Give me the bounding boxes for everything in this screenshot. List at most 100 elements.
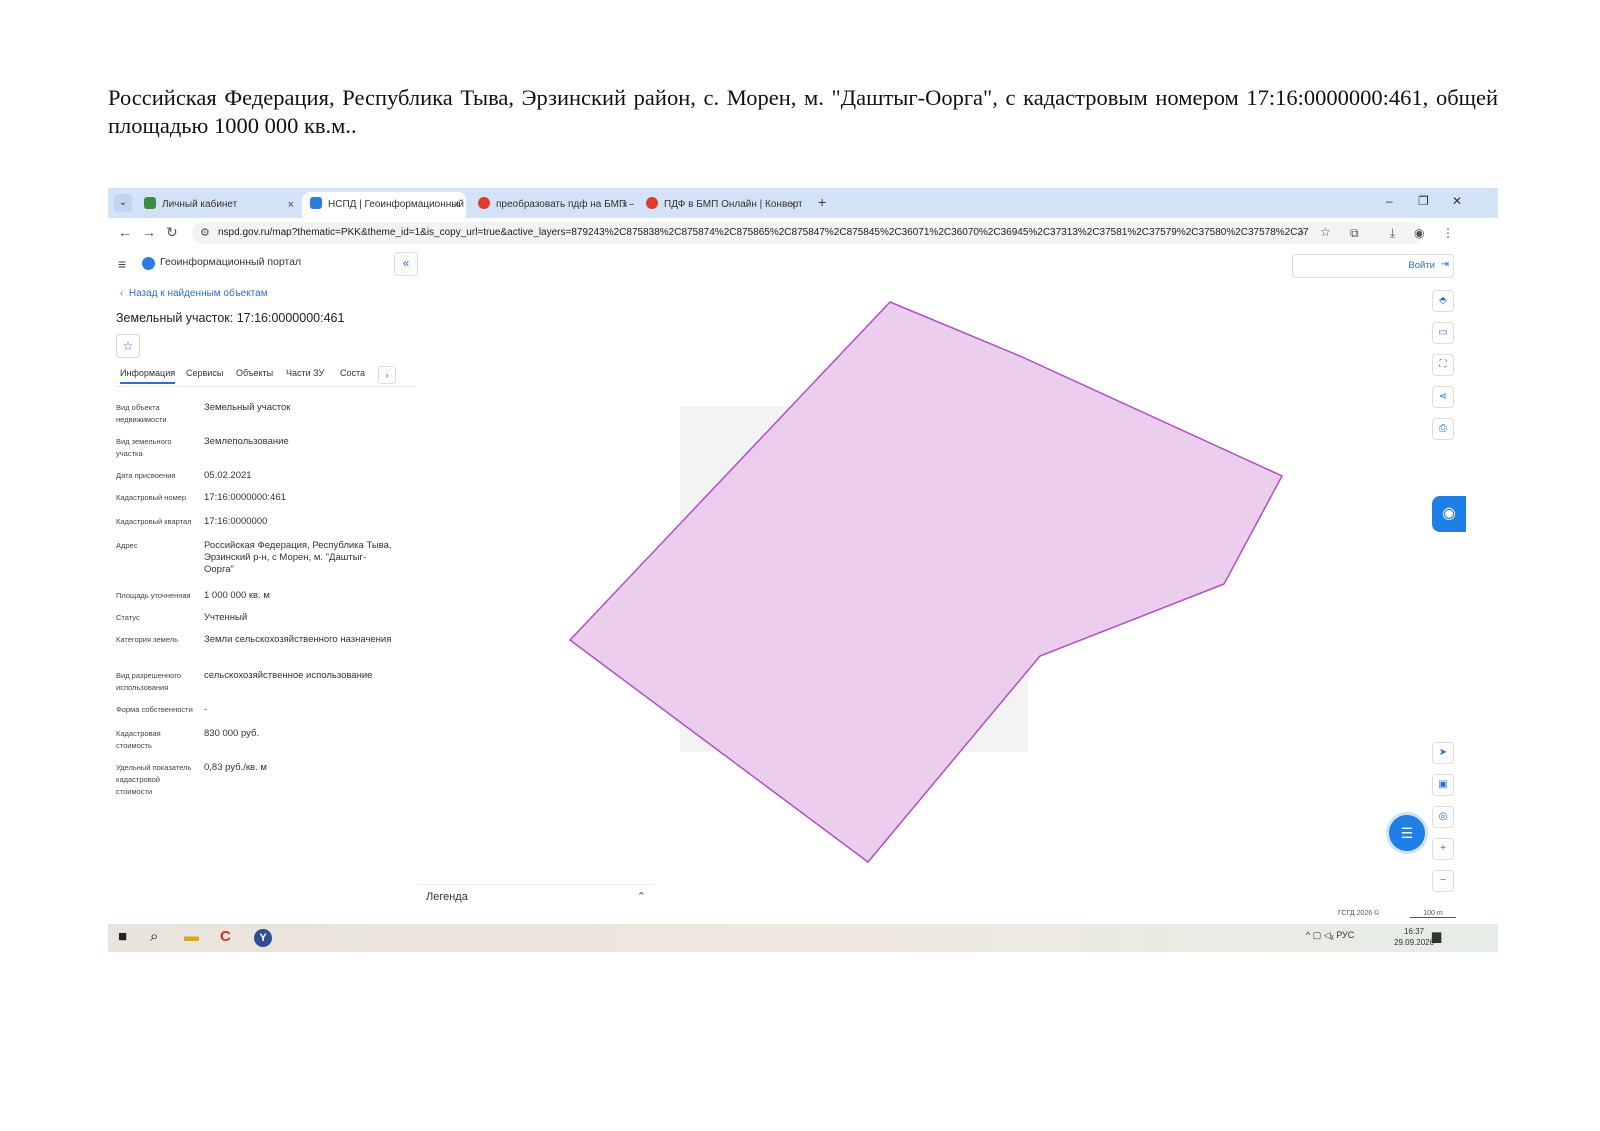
property-value: 17:16:0000000 — [204, 516, 268, 527]
tab-parts[interactable]: Части ЗУ — [286, 368, 324, 378]
tabs-next-icon[interactable]: › — [378, 366, 396, 384]
back-to-results-link[interactable]: ‹ Назад к найденным объектам — [120, 288, 268, 299]
document-text: Российская Федерация, Республика Тыва, Э… — [108, 85, 1498, 138]
tab-label: ПДФ в БМП Онлайн | Конверт — [664, 199, 802, 210]
property-value: 830 000 руб. — [204, 728, 260, 739]
file-explorer-icon[interactable]: ▬ — [184, 928, 199, 945]
address-bar[interactable]: ⚙ nspd.gov.ru/map?thematic=PKK&theme_id=… — [192, 222, 1422, 244]
basemap-tool-icon[interactable]: ▣ — [1432, 774, 1454, 796]
browser-tab[interactable]: ПДФ в БМП Онлайн | Конверт × — [638, 192, 802, 218]
map-scale: ГСГД 2026 © 100 m — [1338, 910, 1458, 922]
extensions-icon[interactable]: ⧉ — [1350, 226, 1359, 241]
bookmark-star-icon[interactable]: ☆ — [1320, 225, 1331, 239]
profile-icon[interactable]: ◉ — [1414, 226, 1424, 240]
property-value: 1 000 000 кв. м — [204, 590, 270, 601]
scale-bar-label: 100 m — [1410, 910, 1456, 918]
browser-tab-bar: ⌄ Личный кабинет × НСПД | Геоинформацион… — [108, 188, 1498, 218]
back-icon[interactable]: ← — [118, 224, 132, 240]
app-c-icon[interactable]: C — [220, 928, 231, 945]
property-value: Земельный участок — [204, 402, 291, 413]
chat-icon[interactable]: ☰ — [1386, 812, 1428, 854]
close-window-icon[interactable]: ✕ — [1452, 194, 1462, 208]
panel-tabs: Информация Сервисы Объекты Части ЗУ Сост… — [116, 364, 416, 387]
property-value: Земли сельскохозяйственного назначения — [204, 634, 392, 645]
browser-menu-icon[interactable]: ⋮ — [1442, 226, 1454, 240]
reload-icon[interactable]: ↻ — [166, 224, 178, 241]
clock[interactable]: 16:37 29.09.2026 — [1394, 926, 1434, 948]
login-label: Войти — [1408, 260, 1435, 271]
zoom-icon[interactable]: ⌕ — [1298, 225, 1305, 240]
new-tab-button[interactable]: + — [818, 194, 826, 210]
select-area-tool-icon[interactable]: ⛶ — [1432, 354, 1454, 376]
windows-taskbar: ■ ⌕ ▬ C Y ^ ▢ ◁ᵪ РУС 16:37 29.09.2026 ▆ — [108, 924, 1498, 952]
property-label: Кадастровый номер — [116, 493, 187, 502]
object-title: Земельный участок: 17:16:0000000:461 — [116, 311, 345, 325]
tab-information[interactable]: Информация — [120, 368, 176, 384]
property-label: Кадастровая стоимость — [116, 729, 161, 750]
tab-objects[interactable]: Объекты — [236, 368, 273, 378]
property-value: Российская Федерация, Республика Тыва, Э… — [204, 540, 392, 575]
property-label: Форма собственности — [116, 705, 193, 714]
locate-tool-icon[interactable]: ➤ — [1432, 742, 1454, 764]
tab-label: преобразовать пдф на БМП — — [496, 199, 634, 210]
property-label: Вид разрешенного использования — [116, 671, 182, 692]
legend-toggle-icon[interactable]: ⌃ — [637, 890, 646, 903]
hamburger-menu-icon[interactable]: ≡ — [118, 256, 126, 272]
tab-close-icon[interactable]: × — [622, 192, 628, 218]
zoom-out-icon[interactable]: − — [1432, 870, 1454, 892]
browser-tab[interactable]: Личный кабинет × — [136, 192, 300, 218]
clock-date: 29.09.2026 — [1394, 938, 1435, 947]
tab-favicon-icon — [646, 197, 658, 209]
tab-label: Личный кабинет — [162, 199, 238, 210]
map-svg — [568, 301, 1284, 864]
tab-search-dropdown-icon[interactable]: ⌄ — [114, 194, 132, 212]
minimize-icon[interactable]: – — [1386, 194, 1393, 208]
legend-bar[interactable]: Легенда ⌃ — [418, 884, 654, 911]
property-label: Дата присвоения — [116, 471, 176, 480]
property-label: Площадь уточненная — [116, 591, 191, 600]
assistant-icon[interactable]: ◉ — [1432, 496, 1466, 532]
browser-tab-active[interactable]: НСПД | Геоинформационный × — [302, 192, 466, 218]
tab-close-icon[interactable]: × — [288, 192, 294, 218]
land-parcel-polygon[interactable] — [568, 301, 1284, 864]
geoportal-app: Войти ⇥ ⬘ ▭ ⛶ ⋖ ⎙ ◉ ➤ ▣ ◎ + − ☰ Легенда … — [108, 248, 1498, 924]
search-icon[interactable]: ⌕ — [150, 928, 158, 945]
property-value: 17:16:0000000:461 — [204, 492, 286, 503]
url-text[interactable]: nspd.gov.ru/map?thematic=PKK&theme_id=1&… — [218, 222, 1308, 244]
print-tool-icon[interactable]: ⎙ — [1432, 418, 1454, 440]
site-info-icon[interactable]: ⚙ — [200, 226, 210, 239]
maximize-icon[interactable]: ❐ — [1418, 194, 1429, 208]
share-tool-icon[interactable]: ⋖ — [1432, 386, 1454, 408]
browser-screenshot: ⌄ Личный кабинет × НСПД | Геоинформацион… — [108, 188, 1498, 972]
system-tray[interactable]: ^ ▢ ◁ᵪ РУС — [1306, 930, 1354, 941]
tab-favicon-icon — [144, 197, 156, 209]
tab-favicon-icon — [310, 197, 322, 209]
collapse-panel-button[interactable]: « — [394, 252, 418, 276]
ruler-tool-icon[interactable]: ▭ — [1432, 322, 1454, 344]
copyright-label: ГСГД 2026 © — [1338, 910, 1380, 917]
tab-services[interactable]: Сервисы — [186, 368, 223, 378]
property-label: Статус — [116, 613, 140, 622]
zoom-in-icon[interactable]: + — [1432, 838, 1454, 860]
login-button[interactable]: Войти ⇥ — [1292, 254, 1454, 278]
tab-close-icon[interactable]: × — [790, 192, 796, 218]
clock-time: 16:37 — [1404, 927, 1425, 936]
portal-logo-icon — [142, 257, 155, 270]
back-link-label: Назад к найденным объектам — [128, 288, 268, 299]
portal-title: Геоинформационный портал — [160, 256, 302, 268]
property-label: Адрес — [116, 541, 138, 550]
browser-tab[interactable]: преобразовать пдф на БМП — × — [470, 192, 634, 218]
tab-close-icon[interactable]: × — [454, 192, 460, 218]
notifications-icon[interactable]: ▆ — [1432, 929, 1441, 943]
favorite-star-icon[interactable]: ☆ — [116, 334, 140, 358]
property-value: Землепользование — [204, 436, 289, 447]
tab-composition[interactable]: Соста — [340, 368, 365, 378]
geolocation-tool-icon[interactable]: ◎ — [1432, 806, 1454, 828]
layers-tool-icon[interactable]: ⬘ — [1432, 290, 1454, 312]
start-icon[interactable]: ■ — [118, 928, 127, 945]
yandex-browser-icon[interactable]: Y — [254, 929, 272, 947]
forward-icon[interactable]: → — [142, 224, 156, 240]
map-canvas[interactable]: Войти ⇥ ⬘ ▭ ⛶ ⋖ ⎙ ◉ ➤ ▣ ◎ + − ☰ Легенда … — [418, 248, 1498, 924]
tab-favicon-icon — [478, 197, 490, 209]
download-icon[interactable]: ⤓ — [1390, 226, 1395, 241]
